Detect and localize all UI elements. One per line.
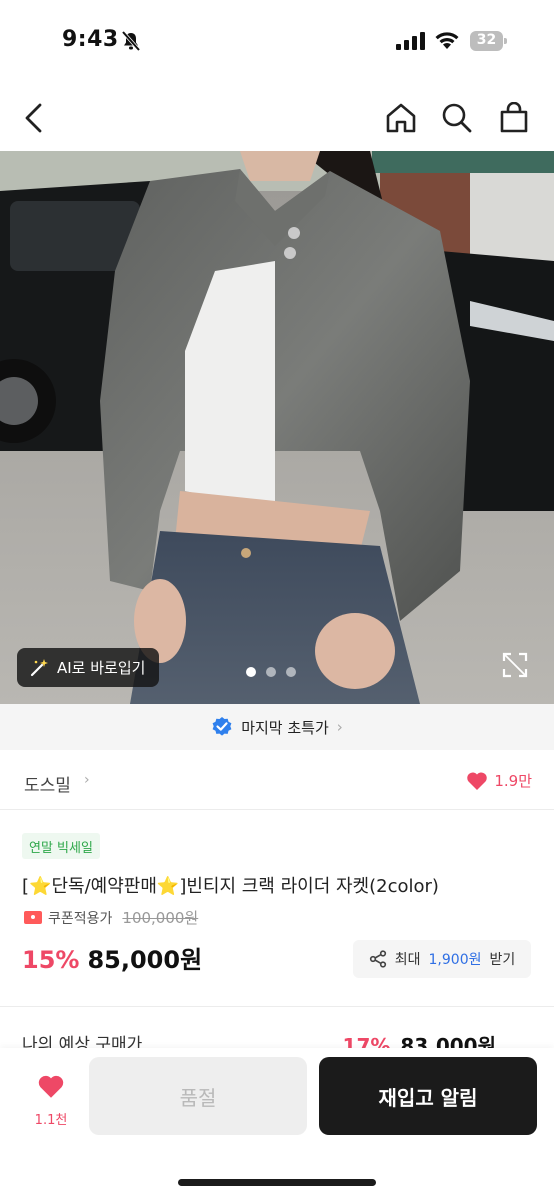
- price-row: 15% 85,000원: [22, 940, 202, 975]
- home-indicator: [178, 1179, 376, 1186]
- status-time: 9:43: [62, 27, 119, 52]
- ai-try-on-label: AI로 바로입기: [57, 659, 146, 677]
- shopping-bag-icon: [500, 102, 528, 133]
- restock-alert-button[interactable]: 재입고 알림: [319, 1057, 537, 1135]
- product-photo: [0, 151, 554, 704]
- home-button[interactable]: [381, 98, 421, 138]
- signal-icon: [396, 32, 425, 50]
- battery-level: 32: [476, 32, 497, 48]
- status-bar: 9:43 32: [0, 0, 554, 80]
- ai-try-on-button[interactable]: AI로 바로입기: [17, 648, 160, 687]
- carousel-dot[interactable]: [246, 667, 256, 677]
- back-button[interactable]: [14, 98, 54, 138]
- wishlist-button[interactable]: 1.1천: [22, 1074, 80, 1128]
- discount-rate: 15%: [22, 946, 80, 974]
- search-icon: [442, 103, 472, 133]
- max-coupon-suffix: 받기: [489, 952, 516, 968]
- product-image[interactable]: [0, 151, 554, 704]
- magic-wand-icon: [30, 658, 48, 676]
- heart-icon: [38, 1075, 64, 1098]
- coupon-price-row: 쿠폰적용가 100,000원: [24, 907, 198, 928]
- brand-row: 도스밀 › 1.9만: [0, 752, 554, 810]
- sold-out-button[interactable]: 품절: [89, 1057, 307, 1135]
- brand-like-button[interactable]: 1.9만: [466, 770, 532, 791]
- chevron-right-icon: ›: [336, 718, 343, 736]
- expand-icon[interactable]: [502, 652, 528, 678]
- cart-button[interactable]: [494, 98, 534, 138]
- coupon-icon: [24, 911, 42, 924]
- wifi-icon: [435, 32, 459, 49]
- star-icon: ⭐: [29, 876, 52, 897]
- search-button[interactable]: [437, 98, 477, 138]
- top-nav-bar: [0, 86, 554, 150]
- max-coupon-button[interactable]: 최대 1,900원 받기: [353, 940, 531, 978]
- carousel-dot[interactable]: [266, 667, 276, 677]
- original-price: 100,000원: [122, 909, 199, 927]
- battery-icon: 32: [470, 31, 507, 51]
- home-icon: [386, 103, 416, 133]
- banner-label: 마지막 초특가: [241, 718, 329, 737]
- max-coupon-prefix: 최대: [394, 952, 421, 968]
- max-coupon-amount: 1,900원: [428, 952, 482, 968]
- verified-badge-icon: [212, 717, 232, 736]
- sale-price: 85,000원: [87, 946, 203, 974]
- expected-price-row[interactable]: 나의 예상 구매가 17% 83,000원: [0, 1030, 554, 1048]
- star-icon: ⭐: [156, 876, 180, 897]
- back-arrow-icon: [25, 103, 42, 133]
- last-special-banner[interactable]: 마지막 초특가 ›: [0, 704, 554, 750]
- chevron-right-icon: ›: [84, 772, 90, 788]
- event-tag: 연말 빅세일: [22, 833, 100, 859]
- product-title: [⭐단독/예약판매⭐]빈티지 크랙 라이더 자켓(2color): [22, 876, 439, 897]
- share-icon: [369, 950, 386, 968]
- image-carousel-dots: [246, 667, 296, 677]
- divider: [0, 1006, 554, 1007]
- brand-like-count: 1.9만: [494, 772, 532, 790]
- heart-icon: [467, 771, 488, 790]
- bottom-action-bar: 1.1천 품절 재입고 알림: [0, 1048, 554, 1200]
- bell-slash-icon: [121, 30, 141, 52]
- coupon-label: 쿠폰적용가: [48, 910, 113, 927]
- carousel-dot[interactable]: [286, 667, 296, 677]
- expected-price-label: 나의 예상 구매가: [22, 1035, 143, 1048]
- wishlist-count: 1.1천: [34, 1113, 68, 1128]
- expected-price-value: 17% 83,000원: [342, 1034, 496, 1048]
- brand-name[interactable]: 도스밀: [24, 771, 71, 796]
